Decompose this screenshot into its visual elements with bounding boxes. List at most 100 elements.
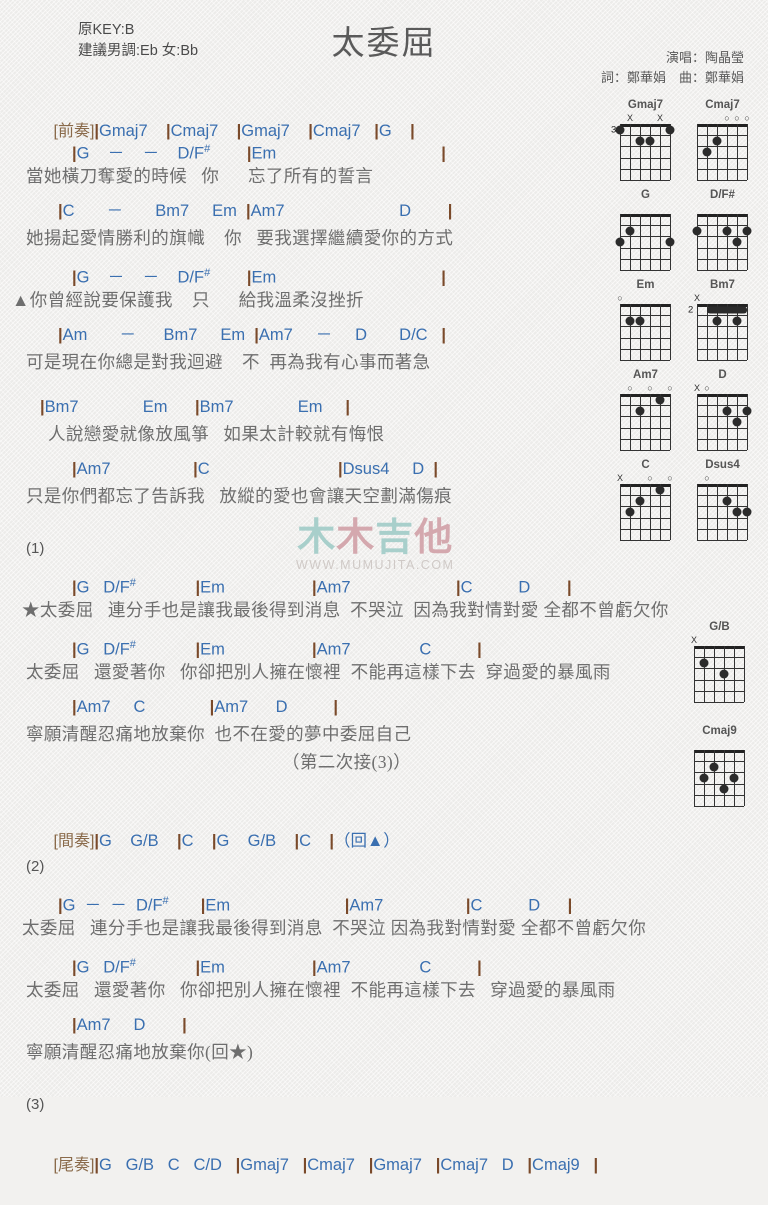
chord-diagram-row: G D/F# xyxy=(612,188,768,271)
chord-diagram-name: C xyxy=(641,459,650,471)
outro-tag: [尾奏] xyxy=(53,1157,95,1174)
song-body: [前奏]|Gmaj7 |Cmaj7 |Gmaj7 |Cmaj7 |G | |G … xyxy=(0,92,668,1174)
finger-dot xyxy=(699,773,709,783)
verse1-lyric-line-2: 她揚起愛情勝利的旗幟 你 要我選擇繼續愛你的方式 xyxy=(26,228,454,248)
chord-open-mute-marks xyxy=(689,203,756,214)
chord-fretboard xyxy=(689,394,756,451)
verse1-chord-line-2: |C － Bm7 Em |Am7 D | xyxy=(58,202,453,220)
fret-position-label: 2 xyxy=(688,304,694,316)
barre-bar xyxy=(707,306,747,314)
chord-diagram-name: G/B xyxy=(709,621,730,633)
finger-dot xyxy=(645,136,655,146)
chord-fretboard: 3 xyxy=(611,124,679,181)
chord-diagram-name: Cmaj9 xyxy=(702,725,737,737)
chord-diagram-g-b: G/B X xyxy=(686,620,753,703)
chord-open-mute-marks xyxy=(686,739,753,750)
chord-diagram-g: G xyxy=(612,188,679,271)
section-3-number: (3) xyxy=(26,1096,45,1113)
verse1-chord-line-6: |Am7 |C |Dsus4 D | xyxy=(72,460,439,478)
chord-open-mute-marks: X ○ ○ xyxy=(612,473,679,484)
finger-dot xyxy=(709,762,719,772)
chord-diagram-cmaj9: Cmaj9 xyxy=(686,724,753,807)
finger-dot xyxy=(692,226,702,236)
chord-diagram-row: G/B X xyxy=(686,620,766,703)
verse1-chord-line-4: |Am － Bm7 Em |Am7 － D D/C | xyxy=(58,326,446,344)
chord-open-mute-marks: X xyxy=(689,293,756,304)
chord-sheet: 原KEY:B 建議男調:Eb 女:Bb 太委屈 演唱：陶晶瑩 詞：鄭華娟 曲：鄭… xyxy=(0,0,768,1174)
chord-diagram-am7: Am7 ○ ○ ○ xyxy=(612,368,679,451)
chord-diagram-row: C X ○ ○ Dsus4 ○ xyxy=(612,458,768,541)
finger-dot xyxy=(719,784,729,794)
chord-open-mute-marks: X xyxy=(686,635,753,646)
section1-chord-line-2: |G D/F# |Em |Am7 C | xyxy=(72,639,482,659)
chord-open-mute-marks xyxy=(612,203,679,214)
chord-fretboard xyxy=(689,124,756,181)
finger-dot xyxy=(729,773,739,783)
chord-diagram-c: C X ○ ○ xyxy=(612,458,679,541)
chord-diagram-row: Am7 ○ ○ ○ D X ○ xyxy=(612,368,768,451)
section1-chord-line-1: |G D/F# |Em |Am7 |C D | xyxy=(72,577,572,597)
chord-fretboard xyxy=(612,394,679,451)
finger-dot xyxy=(742,226,752,236)
finger-dot xyxy=(742,507,752,517)
outro-line: [尾奏]|G G/B C C/D |Gmaj7 |Cmaj7 |Gmaj7 |C… xyxy=(0,1126,612,1174)
open-string-mark-icon: ○ xyxy=(667,473,673,483)
chord-open-mute-marks: ○ ○ ○ xyxy=(689,113,756,124)
finger-dot xyxy=(655,395,665,405)
finger-dot xyxy=(625,316,635,326)
chord-diagram-row: Em ○ Bm7 X 2 xyxy=(612,278,768,361)
section1-chord-line-3: |Am7 C |Am7 D | xyxy=(72,698,339,716)
finger-dot xyxy=(635,136,645,146)
verse1-lyric-line-1: 當她橫刀奪愛的時候 你 忘了所有的誓言 xyxy=(26,166,374,186)
section2-chord-line-1: |G － － D/F# |Em |Am7 |C D | xyxy=(58,895,573,915)
chord-diagram-cmaj7: Cmaj7 ○ ○ ○ xyxy=(689,98,756,181)
chord-diagram-panel-lower: G/B X Cmaj9 xyxy=(686,620,766,828)
finger-dot xyxy=(625,507,635,517)
finger-dot xyxy=(635,496,645,506)
finger-dot xyxy=(712,136,722,146)
chord-diagram-name: D/F# xyxy=(710,189,735,201)
chord-open-mute-marks: ○ ○ ○ xyxy=(612,383,679,394)
open-string-mark-icon: ○ xyxy=(617,293,623,303)
chord-diagram-name: Em xyxy=(636,279,655,291)
chord-fretboard xyxy=(689,484,756,541)
writer-credit: 詞：鄭華娟 曲：鄭華娟 xyxy=(600,70,744,85)
verse1-chord-line-5: |Bm7 Em |Bm7 Em | xyxy=(40,398,351,416)
outro-chords: |G G/B C C/D |Gmaj7 |Cmaj7 |Gmaj7 |Cmaj7… xyxy=(94,1156,599,1174)
chord-diagram-row: Gmaj7 X X 3 Cmaj7 ○ ○ ○ xyxy=(611,98,768,181)
chord-fretboard xyxy=(689,214,756,271)
section2-chord-line-3: |Am7 D | xyxy=(72,1016,187,1034)
chord-open-mute-marks: ○ xyxy=(612,293,679,304)
finger-dot xyxy=(635,406,645,416)
chord-diagram-bm7: Bm7 X 2 xyxy=(688,278,756,361)
verse1-lyric-line-4: 可是現在你總是對我迴避 不 再為我有心事而著急 xyxy=(26,352,431,372)
chord-open-mute-marks: XX xyxy=(612,113,679,124)
open-string-mark-icon: ○ xyxy=(647,383,653,393)
finger-dot xyxy=(742,406,752,416)
mute-mark-icon: X xyxy=(693,293,701,303)
chord-fretboard xyxy=(612,214,679,271)
verse1-lyric-line-5: 人說戀愛就像放風箏 如果太計較就有悔恨 xyxy=(48,424,385,444)
chord-fretboard xyxy=(686,646,753,703)
credits: 演唱：陶晶瑩 詞：鄭華娟 曲：鄭華娟 xyxy=(601,48,744,88)
open-string-mark-icon: ○ xyxy=(704,383,710,393)
chord-diagram-name: Dsus4 xyxy=(705,459,740,471)
chord-open-mute-marks: ○ xyxy=(689,473,756,484)
finger-dot xyxy=(722,406,732,416)
chord-diagram-row: Cmaj9 xyxy=(686,724,766,807)
section1-lyric-line-2: 太委屈 還愛著你 你卻把別人擁在懷裡 不能再這樣下去 穿過愛的暴風雨 xyxy=(26,662,611,682)
verse1-chord-line-1: |G － － D/F# |Em | xyxy=(72,143,446,163)
finger-dot xyxy=(732,417,742,427)
finger-dot xyxy=(635,316,645,326)
finger-dot xyxy=(665,237,675,247)
chord-diagram-panel: Gmaj7 X X 3 Cmaj7 ○ ○ ○ G D/F# Em ○ Bm7 X 2 Am7 ○ ○ ○ D X ○ C X… xyxy=(611,98,768,548)
finger-dot xyxy=(655,485,665,495)
finger-dot xyxy=(722,226,732,236)
chord-diagram-name: G xyxy=(641,189,650,201)
chord-diagram-name: Bm7 xyxy=(710,279,735,291)
section2-lyric-line-3: 寧願清醒忍痛地放棄你(回★) xyxy=(26,1042,254,1062)
finger-dot xyxy=(719,669,729,679)
interlude-chords: |G G/B |C |G G/B |C |（回▲） xyxy=(94,832,400,850)
section1-repeat-note: （第二次接(3)） xyxy=(282,752,412,772)
section2-lyric-line-2: 太委屈 還愛著你 你卻把別人擁在懷裡 不能再這樣下去 穿過愛的暴風雨 xyxy=(26,980,616,1000)
